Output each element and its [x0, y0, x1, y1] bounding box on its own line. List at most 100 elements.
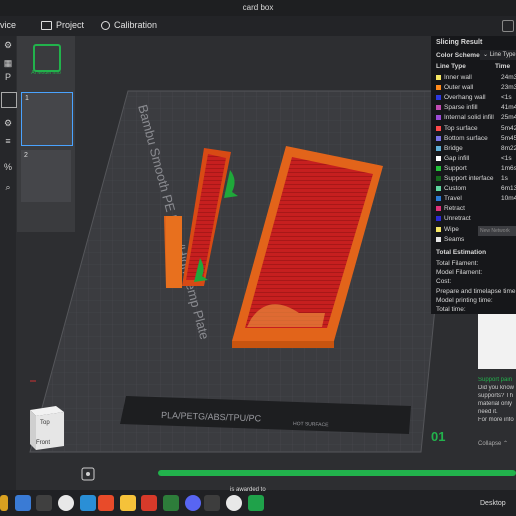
menu-device-label: vice — [0, 20, 17, 30]
support-tip-image — [478, 314, 516, 369]
line-type-color-swatch — [436, 115, 441, 121]
support-tip-text-2: supports? Th — [478, 393, 513, 399]
line-type-name: Retract — [444, 205, 465, 213]
line-type-time: 10m48 — [501, 195, 516, 203]
line-type-row[interactable]: Outer wall 23m39 — [436, 83, 516, 92]
fit-view-icon[interactable] — [81, 467, 95, 481]
slicing-title: Slicing Result — [436, 39, 483, 46]
layers-icon[interactable]: ≡ — [1, 134, 15, 148]
progress-fill — [158, 470, 516, 476]
network-plugin-strip[interactable]: New Network — [478, 226, 516, 236]
line-type-color-swatch — [436, 226, 441, 232]
taskbar-app-icon-11[interactable] — [204, 495, 220, 511]
line-type-row[interactable]: Gap infill <1s — [436, 154, 512, 163]
chrome-icon[interactable] — [58, 495, 74, 511]
line-type-row[interactable]: Overhang wall <1s — [436, 93, 512, 102]
line-type-name: Bridge — [444, 144, 463, 152]
line-type-name: Inner wall — [444, 74, 472, 81]
settings-icon[interactable]: ⚙ — [1, 38, 15, 52]
support-tip-text-5: For more info — [478, 417, 514, 423]
plate-thumbnail-1[interactable]: 1 — [21, 92, 73, 146]
col-time: Time — [495, 63, 511, 70]
taskbar-app-icon-1[interactable] — [0, 495, 8, 511]
percent-icon[interactable]: % — [1, 160, 15, 174]
left-toolbar: ⚙ ▦ P ⚙ ≡ % ⌕ — [0, 36, 17, 490]
discord-icon[interactable] — [185, 495, 201, 511]
menu-device[interactable]: vice — [0, 20, 16, 30]
file-explorer-icon[interactable] — [120, 495, 136, 511]
collapse-label: Collapse — [478, 441, 502, 447]
total-estimation-item: Prepare and timelapse time: — [436, 287, 516, 295]
line-type-time: 6m13s — [501, 185, 516, 193]
chevron-down-icon: ⌄ — [483, 52, 489, 58]
line-type-name: Outer wall — [444, 84, 474, 92]
line-type-time: 8m22s — [501, 144, 516, 152]
line-type-name: Overhang wall — [444, 94, 486, 102]
menu-project-label: Project — [56, 20, 85, 30]
line-type-row[interactable]: Support interface 1s — [436, 174, 508, 183]
support-tip-text-4: need it. — [478, 409, 498, 415]
line-type-row[interactable]: Retract — [436, 204, 501, 213]
search-icon[interactable]: ⌕ — [1, 180, 15, 194]
line-type-name: Travel — [444, 195, 462, 203]
line-type-row[interactable]: Travel 10m48 — [436, 194, 516, 203]
plate-thumbnail-2[interactable]: 2 — [21, 150, 71, 202]
line-type-time: 23m39 — [501, 84, 516, 92]
ai-model-info-label: AI Model Info — [31, 70, 61, 76]
total-estimation-item: Total time: — [436, 306, 466, 313]
line-type-color-swatch — [436, 216, 441, 222]
desktop-label[interactable]: Desktop — [480, 500, 506, 507]
edge-icon[interactable] — [80, 495, 96, 511]
line-type-color-swatch — [436, 75, 441, 80]
total-estimation-item: Model Filament: — [436, 269, 483, 277]
plate-number: 01 — [431, 429, 445, 444]
sidebar-letter: P — [4, 72, 11, 82]
project-icon — [41, 20, 52, 30]
taskbar-app-icon-3[interactable] — [36, 495, 52, 511]
taskbar-app-icon-2[interactable] — [15, 495, 31, 511]
chevron-up-icon: ⌃ — [503, 441, 509, 447]
line-type-name: Sparse infill — [444, 104, 478, 112]
line-type-row[interactable]: Custom 6m13s — [436, 184, 516, 193]
line-type-row[interactable]: Sparse infill 41m43 — [436, 103, 516, 112]
line-type-name: Unretract — [444, 215, 471, 223]
grid-icon[interactable]: ▦ — [1, 56, 15, 70]
new-network-label: New Network — [480, 228, 510, 234]
line-type-name: Internal solid infill — [444, 114, 494, 122]
menu-calibration[interactable]: Calibration — [101, 20, 157, 30]
menu-right-icon[interactable] — [502, 20, 514, 32]
menu-calibration-label: Calibration — [114, 20, 158, 30]
line-type-time: 1s — [501, 175, 508, 182]
line-type-row[interactable]: Inner wall 24m32 — [436, 73, 516, 82]
taskbar-app-icon-13[interactable] — [248, 495, 264, 511]
line-type-row[interactable]: Bridge 8m22s — [436, 144, 516, 153]
plate-hot-surface-text: HOT SURFACE — [293, 421, 329, 428]
line-type-row[interactable]: Top surface 5m42s — [436, 124, 516, 133]
taskbar-app-icon-6[interactable] — [98, 495, 114, 511]
line-type-row[interactable]: Support 1m6s — [436, 164, 516, 173]
menu-project[interactable]: Project — [41, 20, 84, 30]
gear-icon[interactable]: ⚙ — [1, 116, 15, 130]
total-estimation-label: Total Estimation — [436, 249, 487, 256]
collapse-button[interactable]: Collapse ⌃ — [478, 440, 508, 447]
line-type-row[interactable]: Internal solid infill 25m4 — [436, 113, 516, 122]
taskbar-app-icon-9[interactable] — [163, 495, 179, 511]
support-tip-text-3: material only — [478, 401, 513, 407]
line-type-row[interactable]: Bottom surface 5m45s — [436, 134, 516, 143]
total-estimation-item: Cost: — [436, 278, 452, 286]
line-type-time: 5m45s — [501, 134, 516, 142]
color-scheme-dropdown[interactable]: ⌄ Line Type — [480, 50, 516, 60]
slicing-result-panel: Slicing Result Color Scheme ⌄ Line Type … — [431, 36, 516, 314]
line-type-time: <1s — [501, 94, 512, 102]
line-type-row[interactable]: Unretract — [436, 214, 501, 223]
line-type-time: 25m4 — [501, 114, 516, 122]
view-cube-top-label: Top — [40, 420, 50, 426]
ai-model-info-button[interactable] — [33, 44, 61, 72]
select-icon[interactable] — [1, 92, 17, 108]
taskbar-app-icon-8[interactable] — [141, 495, 157, 511]
total-estimation-item: Total Filament: — [436, 260, 479, 267]
chrome-icon-2[interactable] — [226, 495, 242, 511]
plate-thumbnail-1-number: 1 — [25, 95, 29, 102]
total-estimation-item: Model printing time: — [436, 296, 493, 304]
support-tip-text-1: Did you know — [478, 385, 515, 391]
